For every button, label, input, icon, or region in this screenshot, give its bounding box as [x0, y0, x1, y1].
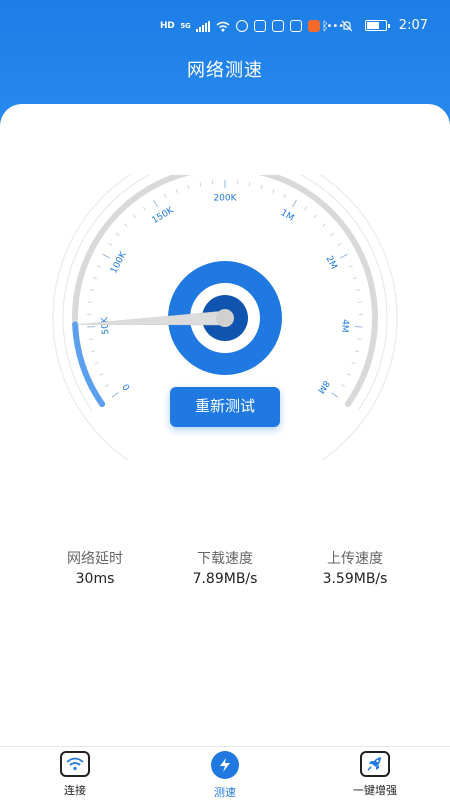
gauge-tick — [313, 214, 318, 219]
gauge-tick — [330, 232, 335, 237]
gauge-tick — [87, 326, 96, 328]
gauge-tick — [340, 253, 348, 259]
gauge-tick-label: 2M — [323, 255, 338, 272]
lightning-icon — [211, 751, 239, 779]
gauge-tick — [292, 199, 298, 208]
gauge-tick-label: 1M — [279, 208, 296, 224]
page-title: 网络测速 — [187, 60, 263, 81]
gauge-tick — [357, 338, 362, 340]
nav-label: 连接 — [64, 784, 86, 797]
nav-label: 测速 — [214, 786, 236, 799]
stat-value: 7.89MB/s — [192, 571, 258, 587]
gauge-tick — [132, 214, 137, 219]
gauge-tick — [108, 243, 113, 247]
signal-icon — [196, 20, 211, 32]
wifi-icon — [60, 751, 90, 777]
clock: 2:07 — [398, 18, 428, 33]
status-bar: HD 5G ••• ᛒ 2:07 — [0, 14, 450, 40]
mute-bell-icon — [341, 20, 353, 31]
gauge-tick — [199, 182, 202, 187]
gauge-tick — [152, 199, 158, 208]
stats-panel: 网络延时 30ms 下载速度 7.89MB/s 上传速度 3.59MB/s — [0, 548, 450, 588]
gauge-tick — [102, 253, 110, 259]
gauge-tick-label: 0 — [121, 381, 133, 392]
bluetooth-icon: ᛒ — [321, 18, 329, 33]
gauge-tick-label: 200K — [213, 194, 237, 204]
gauge-tick — [175, 188, 178, 193]
gauge-tick — [88, 338, 93, 340]
app-notification-icon — [308, 20, 321, 32]
gauge-tick — [99, 373, 104, 376]
gauge-tick — [248, 182, 251, 187]
app-notification-icon — [272, 20, 285, 32]
nav-item-boost[interactable]: 一键增强 — [335, 751, 415, 798]
gauge-tick — [123, 223, 128, 227]
stat-latency: 网络延时 30ms — [30, 548, 160, 587]
stat-value: 30ms — [75, 571, 115, 587]
gauge-needle-pivot — [216, 309, 234, 327]
gauge-tick — [352, 276, 358, 280]
network-type: 5G — [180, 22, 191, 30]
nav-label: 一键增强 — [353, 784, 397, 797]
app-notification-icon — [290, 20, 303, 32]
gauge-tick — [111, 392, 119, 398]
gauge-tick — [187, 184, 190, 190]
stat-upload: 上传速度 3.59MB/s — [290, 548, 420, 587]
nav-item-connect[interactable]: 连接 — [35, 751, 115, 798]
stat-label: 下载速度 — [197, 551, 253, 567]
gauge-tick — [260, 184, 263, 190]
gauge-tick — [304, 206, 308, 211]
stat-value: 3.59MB/s — [322, 571, 388, 587]
gauge-tick — [163, 193, 167, 198]
bottom-nav: 连接 测速 一键增强 — [0, 746, 450, 800]
nav-item-speedtest[interactable]: 测速 — [185, 751, 265, 800]
gauge-tick — [346, 373, 351, 376]
gauge-tick — [91, 350, 96, 353]
wifi-status-icon — [216, 21, 230, 31]
gauge-tick — [142, 206, 146, 211]
gauge-tick — [272, 188, 275, 193]
gauge-tick-label: 100K — [109, 249, 129, 275]
gauge-tick — [337, 243, 342, 247]
gauge-tick — [92, 276, 98, 280]
gauge-tick — [97, 265, 102, 268]
stat-label: 网络延时 — [67, 551, 123, 567]
gauge-tick — [354, 326, 363, 328]
retest-button[interactable]: 重新测试 — [170, 387, 280, 427]
gauge-tick — [283, 193, 287, 198]
gauge-tick — [115, 232, 120, 237]
gauge-tick — [348, 265, 353, 268]
gauge-tick — [94, 361, 99, 365]
gauge-tick — [104, 384, 109, 387]
app-notification-icon — [236, 20, 249, 32]
gauge-tick — [322, 223, 327, 227]
gauge-tick — [356, 289, 361, 291]
app-notification-icon — [254, 20, 267, 32]
gauge-progress — [72, 321, 106, 408]
stat-label: 上传速度 — [327, 551, 383, 567]
gauge-tick-label: 8M — [315, 378, 331, 395]
gauge-tick-label: 50K — [100, 316, 111, 335]
gauge-tick-label: 150K — [151, 205, 177, 226]
battery-icon — [364, 20, 390, 31]
status-right: ᛒ 2:07 — [322, 18, 428, 33]
gauge-tick — [341, 384, 346, 387]
gauge-tick — [331, 392, 339, 398]
gauge-tick — [351, 361, 356, 365]
stat-download: 下载速度 7.89MB/s — [160, 548, 290, 587]
rocket-icon — [360, 751, 390, 777]
hd-label: HD — [160, 21, 175, 31]
gauge-tick-label: 4M — [339, 319, 350, 333]
status-left: HD 5G ••• — [160, 20, 344, 32]
gauge-tick — [354, 350, 359, 353]
gauge-tick — [89, 289, 94, 291]
